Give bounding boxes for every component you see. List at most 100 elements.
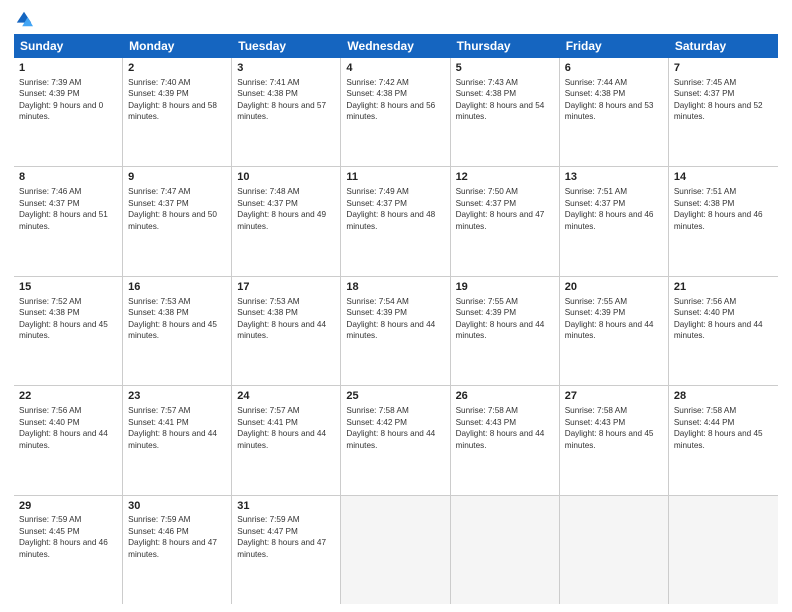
day-info: Sunrise: 7:59 AMSunset: 4:46 PMDaylight:…	[128, 514, 226, 560]
day-info: Sunrise: 7:48 AMSunset: 4:37 PMDaylight:…	[237, 186, 335, 232]
header-day-tuesday: Tuesday	[232, 34, 341, 58]
day-number: 26	[456, 389, 554, 404]
day-number: 13	[565, 170, 663, 185]
calendar-row-4: 22Sunrise: 7:56 AMSunset: 4:40 PMDayligh…	[14, 386, 778, 495]
day-cell-14: 14Sunrise: 7:51 AMSunset: 4:38 PMDayligh…	[669, 167, 778, 275]
header-day-thursday: Thursday	[451, 34, 560, 58]
day-info: Sunrise: 7:41 AMSunset: 4:38 PMDaylight:…	[237, 77, 335, 123]
day-cell-5: 5Sunrise: 7:43 AMSunset: 4:38 PMDaylight…	[451, 58, 560, 166]
header-day-monday: Monday	[123, 34, 232, 58]
day-info: Sunrise: 7:46 AMSunset: 4:37 PMDaylight:…	[19, 186, 117, 232]
day-cell-11: 11Sunrise: 7:49 AMSunset: 4:37 PMDayligh…	[341, 167, 450, 275]
day-number: 9	[128, 170, 226, 185]
calendar-row-5: 29Sunrise: 7:59 AMSunset: 4:45 PMDayligh…	[14, 496, 778, 604]
day-info: Sunrise: 7:58 AMSunset: 4:42 PMDaylight:…	[346, 405, 444, 451]
day-number: 7	[674, 61, 773, 76]
day-number: 19	[456, 280, 554, 295]
day-number: 28	[674, 389, 773, 404]
day-info: Sunrise: 7:52 AMSunset: 4:38 PMDaylight:…	[19, 296, 117, 342]
day-number: 22	[19, 389, 117, 404]
day-cell-19: 19Sunrise: 7:55 AMSunset: 4:39 PMDayligh…	[451, 277, 560, 385]
header-day-friday: Friday	[560, 34, 669, 58]
day-cell-22: 22Sunrise: 7:56 AMSunset: 4:40 PMDayligh…	[14, 386, 123, 494]
day-info: Sunrise: 7:44 AMSunset: 4:38 PMDaylight:…	[565, 77, 663, 123]
day-cell-12: 12Sunrise: 7:50 AMSunset: 4:37 PMDayligh…	[451, 167, 560, 275]
empty-cell	[560, 496, 669, 604]
day-cell-13: 13Sunrise: 7:51 AMSunset: 4:37 PMDayligh…	[560, 167, 669, 275]
day-number: 12	[456, 170, 554, 185]
day-cell-6: 6Sunrise: 7:44 AMSunset: 4:38 PMDaylight…	[560, 58, 669, 166]
day-number: 15	[19, 280, 117, 295]
day-number: 21	[674, 280, 773, 295]
day-info: Sunrise: 7:49 AMSunset: 4:37 PMDaylight:…	[346, 186, 444, 232]
day-number: 18	[346, 280, 444, 295]
calendar-row-3: 15Sunrise: 7:52 AMSunset: 4:38 PMDayligh…	[14, 277, 778, 386]
page-header	[14, 10, 778, 28]
day-info: Sunrise: 7:50 AMSunset: 4:37 PMDaylight:…	[456, 186, 554, 232]
day-cell-9: 9Sunrise: 7:47 AMSunset: 4:37 PMDaylight…	[123, 167, 232, 275]
day-cell-26: 26Sunrise: 7:58 AMSunset: 4:43 PMDayligh…	[451, 386, 560, 494]
calendar: SundayMondayTuesdayWednesdayThursdayFrid…	[14, 34, 778, 604]
day-info: Sunrise: 7:55 AMSunset: 4:39 PMDaylight:…	[456, 296, 554, 342]
day-info: Sunrise: 7:53 AMSunset: 4:38 PMDaylight:…	[128, 296, 226, 342]
day-number: 31	[237, 499, 335, 514]
day-cell-3: 3Sunrise: 7:41 AMSunset: 4:38 PMDaylight…	[232, 58, 341, 166]
header-day-saturday: Saturday	[669, 34, 778, 58]
day-number: 1	[19, 61, 117, 76]
day-number: 27	[565, 389, 663, 404]
calendar-body: 1Sunrise: 7:39 AMSunset: 4:39 PMDaylight…	[14, 58, 778, 604]
day-cell-2: 2Sunrise: 7:40 AMSunset: 4:39 PMDaylight…	[123, 58, 232, 166]
day-info: Sunrise: 7:58 AMSunset: 4:44 PMDaylight:…	[674, 405, 773, 451]
day-number: 24	[237, 389, 335, 404]
day-cell-29: 29Sunrise: 7:59 AMSunset: 4:45 PMDayligh…	[14, 496, 123, 604]
day-cell-27: 27Sunrise: 7:58 AMSunset: 4:43 PMDayligh…	[560, 386, 669, 494]
day-cell-23: 23Sunrise: 7:57 AMSunset: 4:41 PMDayligh…	[123, 386, 232, 494]
day-cell-16: 16Sunrise: 7:53 AMSunset: 4:38 PMDayligh…	[123, 277, 232, 385]
day-info: Sunrise: 7:59 AMSunset: 4:47 PMDaylight:…	[237, 514, 335, 560]
day-cell-8: 8Sunrise: 7:46 AMSunset: 4:37 PMDaylight…	[14, 167, 123, 275]
day-number: 8	[19, 170, 117, 185]
empty-cell	[451, 496, 560, 604]
day-cell-24: 24Sunrise: 7:57 AMSunset: 4:41 PMDayligh…	[232, 386, 341, 494]
day-number: 29	[19, 499, 117, 514]
day-info: Sunrise: 7:54 AMSunset: 4:39 PMDaylight:…	[346, 296, 444, 342]
empty-cell	[669, 496, 778, 604]
day-cell-25: 25Sunrise: 7:58 AMSunset: 4:42 PMDayligh…	[341, 386, 450, 494]
day-number: 14	[674, 170, 773, 185]
day-cell-30: 30Sunrise: 7:59 AMSunset: 4:46 PMDayligh…	[123, 496, 232, 604]
day-info: Sunrise: 7:57 AMSunset: 4:41 PMDaylight:…	[237, 405, 335, 451]
day-info: Sunrise: 7:42 AMSunset: 4:38 PMDaylight:…	[346, 77, 444, 123]
day-cell-4: 4Sunrise: 7:42 AMSunset: 4:38 PMDaylight…	[341, 58, 450, 166]
logo	[14, 10, 33, 28]
day-cell-20: 20Sunrise: 7:55 AMSunset: 4:39 PMDayligh…	[560, 277, 669, 385]
day-info: Sunrise: 7:58 AMSunset: 4:43 PMDaylight:…	[565, 405, 663, 451]
day-number: 4	[346, 61, 444, 76]
day-cell-10: 10Sunrise: 7:48 AMSunset: 4:37 PMDayligh…	[232, 167, 341, 275]
day-number: 30	[128, 499, 226, 514]
day-number: 3	[237, 61, 335, 76]
day-number: 5	[456, 61, 554, 76]
day-info: Sunrise: 7:39 AMSunset: 4:39 PMDaylight:…	[19, 77, 117, 123]
day-info: Sunrise: 7:45 AMSunset: 4:37 PMDaylight:…	[674, 77, 773, 123]
header-day-sunday: Sunday	[14, 34, 123, 58]
day-info: Sunrise: 7:47 AMSunset: 4:37 PMDaylight:…	[128, 186, 226, 232]
day-number: 23	[128, 389, 226, 404]
day-info: Sunrise: 7:51 AMSunset: 4:38 PMDaylight:…	[674, 186, 773, 232]
empty-cell	[341, 496, 450, 604]
day-info: Sunrise: 7:59 AMSunset: 4:45 PMDaylight:…	[19, 514, 117, 560]
day-number: 20	[565, 280, 663, 295]
day-info: Sunrise: 7:55 AMSunset: 4:39 PMDaylight:…	[565, 296, 663, 342]
day-info: Sunrise: 7:56 AMSunset: 4:40 PMDaylight:…	[674, 296, 773, 342]
day-number: 6	[565, 61, 663, 76]
day-info: Sunrise: 7:40 AMSunset: 4:39 PMDaylight:…	[128, 77, 226, 123]
day-cell-1: 1Sunrise: 7:39 AMSunset: 4:39 PMDaylight…	[14, 58, 123, 166]
day-cell-21: 21Sunrise: 7:56 AMSunset: 4:40 PMDayligh…	[669, 277, 778, 385]
day-info: Sunrise: 7:57 AMSunset: 4:41 PMDaylight:…	[128, 405, 226, 451]
day-info: Sunrise: 7:58 AMSunset: 4:43 PMDaylight:…	[456, 405, 554, 451]
day-cell-28: 28Sunrise: 7:58 AMSunset: 4:44 PMDayligh…	[669, 386, 778, 494]
day-cell-15: 15Sunrise: 7:52 AMSunset: 4:38 PMDayligh…	[14, 277, 123, 385]
day-cell-17: 17Sunrise: 7:53 AMSunset: 4:38 PMDayligh…	[232, 277, 341, 385]
day-cell-18: 18Sunrise: 7:54 AMSunset: 4:39 PMDayligh…	[341, 277, 450, 385]
day-cell-31: 31Sunrise: 7:59 AMSunset: 4:47 PMDayligh…	[232, 496, 341, 604]
day-info: Sunrise: 7:51 AMSunset: 4:37 PMDaylight:…	[565, 186, 663, 232]
